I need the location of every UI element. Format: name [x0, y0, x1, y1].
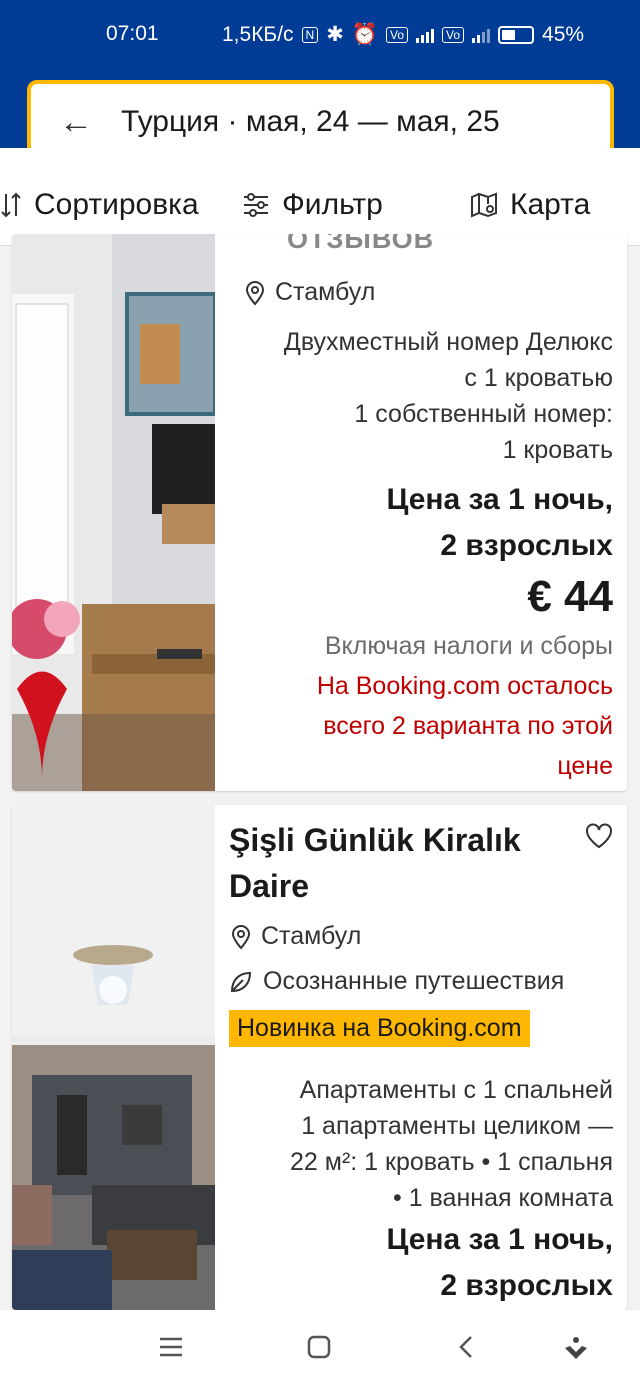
location-text: Стамбул: [261, 922, 362, 950]
map-label: Карта: [510, 188, 591, 221]
status-bar: 07:01 1,5КБ/с N ✱ ⏰ Vo Vo 45%: [0, 0, 640, 72]
room-type-line: Апартаменты с 1 спальней: [299, 1076, 613, 1104]
battery-icon: [498, 25, 535, 44]
location-pin-icon: [231, 924, 251, 950]
room-type: Апартаменты с 1 спальней 1 апартаменты ц…: [213, 1072, 613, 1216]
map-button[interactable]: Карта: [470, 188, 590, 222]
back-arrow-icon[interactable]: ←: [31, 105, 121, 139]
property-title-line: Daire: [229, 868, 310, 904]
room-type-line: Двухместный номер Делюкс: [283, 328, 613, 356]
listing-card[interactable]: отзывов Стамбул Двухместный номер Делюкс…: [12, 234, 627, 791]
scarcity-line: цене: [557, 752, 613, 780]
location-row: Стамбул: [245, 278, 375, 307]
alarm-icon: ⏰: [351, 22, 378, 46]
search-query[interactable]: Турция · мая, 24 — мая, 25: [121, 105, 500, 139]
sort-label: Сортировка: [34, 188, 199, 221]
back-icon[interactable]: [456, 1334, 476, 1360]
price-label: Цена за 1 ночь, 2 взрослых: [213, 1217, 613, 1309]
new-on-booking-badge: Новинка на Booking.com: [229, 1010, 530, 1047]
unit-info-line: 1 кровать: [502, 436, 613, 464]
price-label-line: 2 взрослых: [440, 529, 613, 562]
status-icons: 1,5КБ/с N ✱ ⏰ Vo Vo 45%: [222, 22, 584, 47]
menu-icon[interactable]: [158, 1334, 184, 1360]
scarcity-line: На Booking.com осталось: [316, 672, 613, 700]
property-title-line: Şişli Günlük Kiralık: [229, 822, 521, 858]
price-value: € 44: [527, 572, 613, 621]
property-title[interactable]: Şişli Günlük Kiralık Daire: [229, 817, 569, 909]
system-nav-bar: [0, 1310, 640, 1387]
filter-button[interactable]: Фильтр: [242, 188, 383, 222]
filter-icon: [244, 193, 268, 217]
scarcity-line: всего 2 варианта по этой: [323, 712, 613, 740]
heart-icon[interactable]: [585, 823, 613, 849]
price-label-line: Цена за 1 ночь,: [386, 1223, 613, 1256]
leaf-icon: [230, 971, 252, 992]
signal-icon-2: [472, 27, 491, 43]
sustainability-text: Осознанные путешествия: [263, 967, 565, 995]
review-count-label: отзывов: [287, 234, 435, 254]
signal-icon: [416, 27, 434, 43]
sort-button[interactable]: Сортировка: [0, 188, 199, 222]
scarcity-message: На Booking.com осталось всего 2 варианта…: [223, 666, 613, 786]
price-label: Цена за 1 ночь, 2 взрослых: [223, 477, 613, 569]
unit-info-line: 1 апартаменты целиком —: [301, 1112, 613, 1140]
listing-photo[interactable]: [12, 234, 215, 791]
location-text: Стамбул: [275, 278, 376, 306]
unit-info-line: 22 м²: 1 кровать • 1 спальня: [290, 1148, 613, 1176]
new-badge-wrap: Новинка на Booking.com: [229, 1010, 530, 1047]
nfc-icon: N: [301, 26, 319, 43]
volte-icon: Vo: [385, 26, 408, 43]
listing-card[interactable]: Şişli Günlük Kiralık Daire Стамбул Осозн…: [12, 805, 627, 1310]
location-row: Стамбул: [231, 922, 361, 951]
map-icon: [471, 192, 497, 218]
unit-info-line: 1 собственный номер:: [354, 400, 613, 428]
battery-level: 45%: [542, 22, 585, 46]
location-pin-icon: [245, 280, 265, 306]
volte-icon-2: Vo: [442, 26, 465, 43]
price-label-line: 2 взрослых: [440, 1269, 613, 1302]
price-label-line: Цена за 1 ночь,: [386, 483, 613, 516]
sustainability-row: Осознанные путешествия: [229, 967, 564, 996]
filter-label: Фильтр: [282, 188, 383, 221]
room-type-line: с 1 кроватью: [464, 364, 613, 392]
taxes-note: Включая налоги и сборы: [324, 632, 613, 660]
sort-icon: [1, 192, 21, 218]
results-toolbar: Сортировка Фильтр Карта: [0, 148, 640, 246]
home-icon[interactable]: [306, 1334, 332, 1360]
listing-photo[interactable]: [12, 805, 215, 1310]
unit-info-line: • 1 ванная комната: [393, 1184, 613, 1212]
room-type: Двухместный номер Делюкс с 1 кроватью 1 …: [223, 324, 613, 468]
bluetooth-icon: ✱: [326, 23, 344, 46]
network-speed: 1,5КБ/с: [222, 22, 294, 46]
assistant-icon[interactable]: [562, 1334, 590, 1362]
status-time: 07:01: [106, 22, 159, 45]
